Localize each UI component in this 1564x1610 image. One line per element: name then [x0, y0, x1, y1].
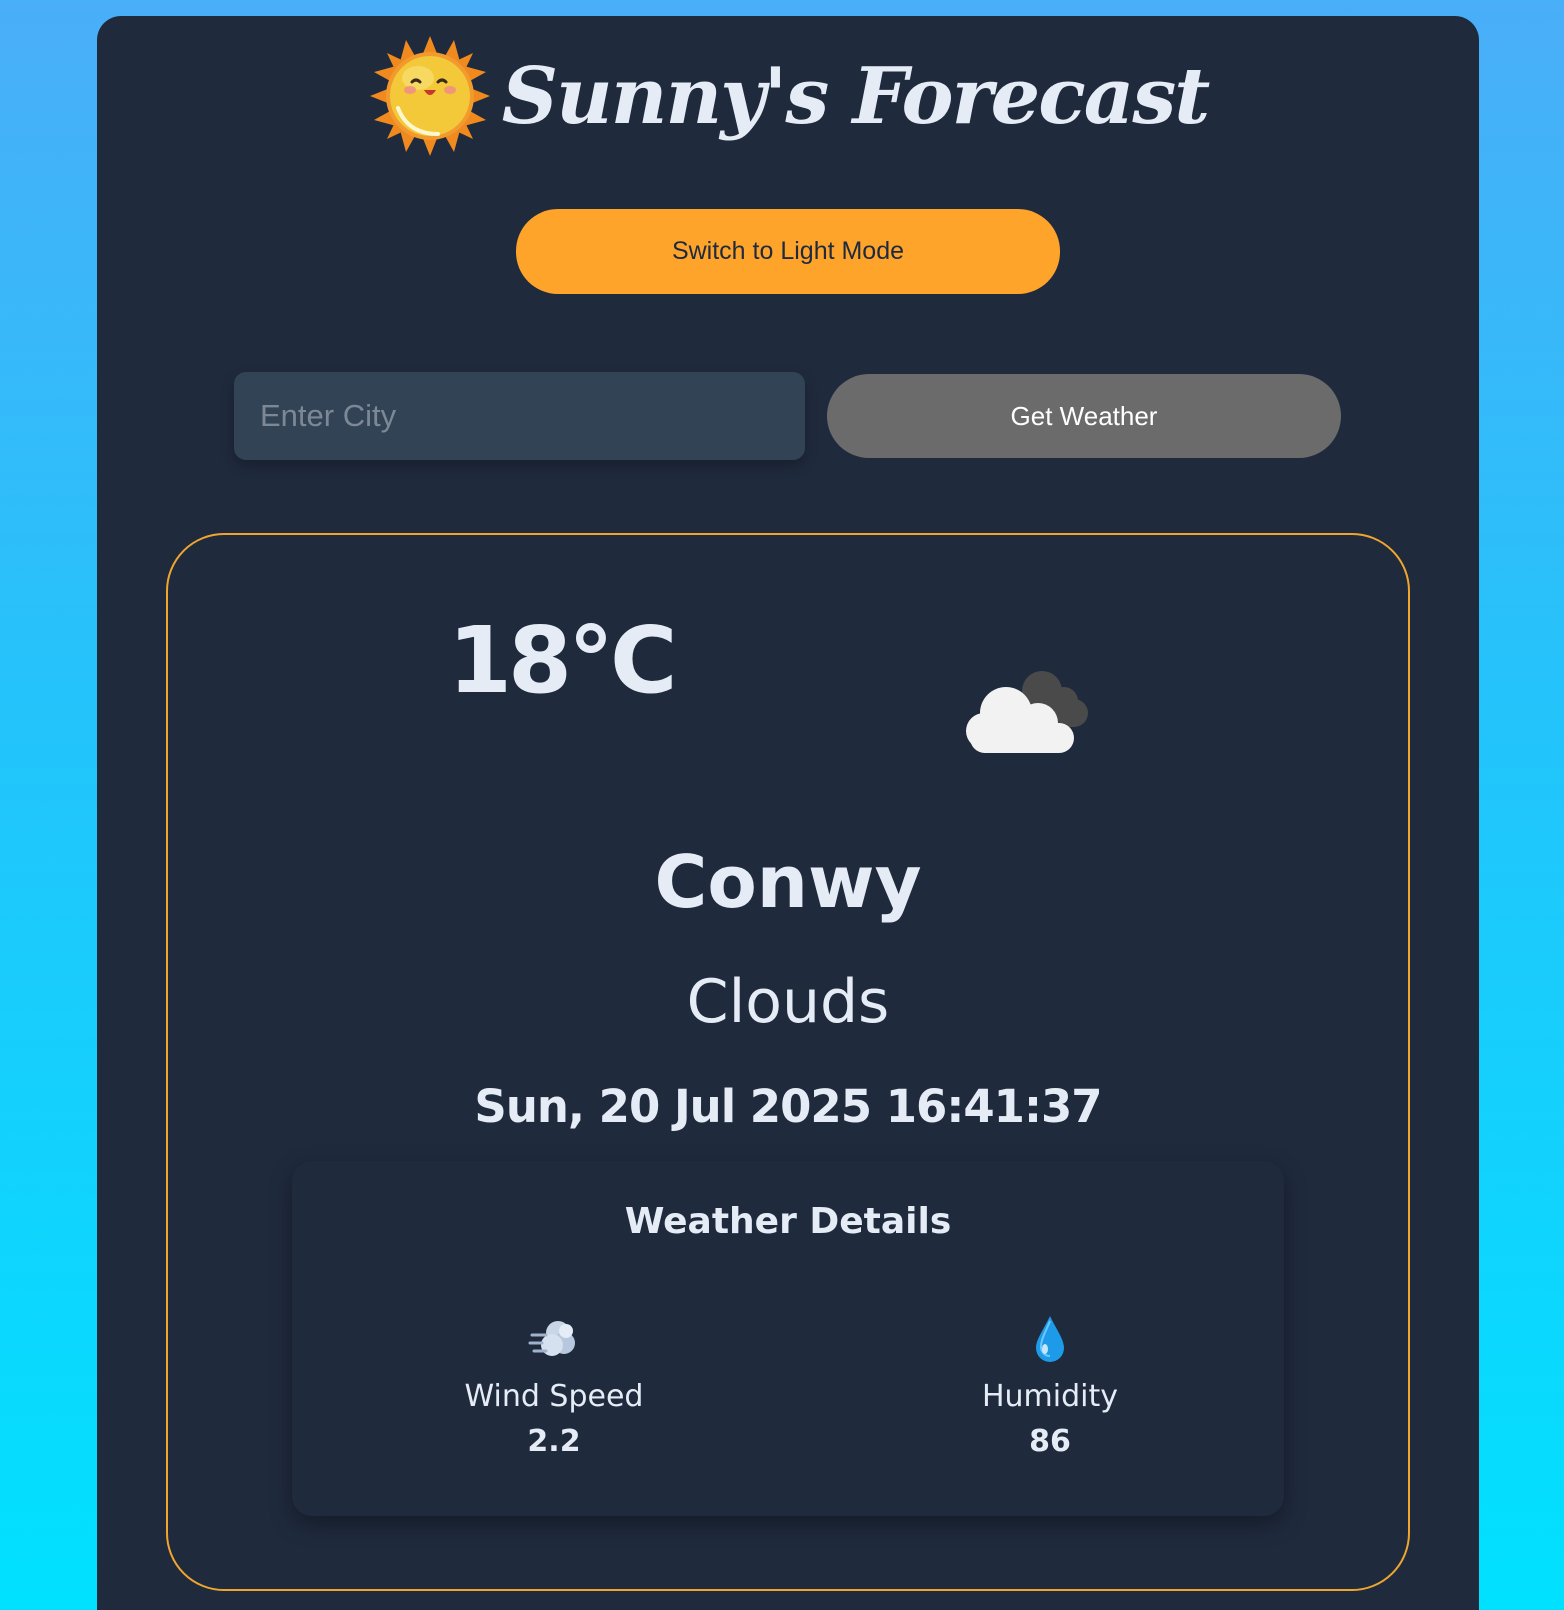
wind-speed-label: Wind Speed	[464, 1379, 644, 1414]
weather-details-title: Weather Details	[624, 1201, 952, 1242]
humidity-value: 86	[1029, 1424, 1071, 1459]
wind-speed-value: 2.2	[527, 1424, 581, 1459]
app-title: Sunny's Forecast	[501, 50, 1211, 142]
switch-light-mode-button[interactable]: Switch to Light Mode	[516, 209, 1060, 294]
wind-icon	[528, 1321, 575, 1356]
humidity-label: Humidity	[981, 1379, 1119, 1414]
weather-condition: Clouds	[686, 967, 890, 1037]
app-header: Sunny's Forecast	[97, 26, 1479, 166]
smiling-sun-icon	[369, 36, 490, 156]
wind-speed-detail: Wind Speed 2.2	[424, 1313, 684, 1459]
weather-details-panel: Weather Details Wind Speed 2.2 Humidity …	[292, 1161, 1284, 1516]
humidity-detail: Humidity 86	[920, 1313, 1180, 1459]
droplet-icon	[1036, 1316, 1064, 1362]
local-datetime: Sun, 20 Jul 2025 16:41:37	[474, 1080, 1102, 1133]
weather-card: 18°C Conwy Clouds Sun, 20 Jul 2025 16:41…	[166, 533, 1410, 1591]
get-weather-button[interactable]: Get Weather	[827, 374, 1341, 458]
temperature-value: 18°C	[448, 607, 678, 714]
cloud-icon	[966, 671, 1088, 753]
city-search-input[interactable]	[234, 372, 805, 460]
app-container: Sunny's Forecast Switch to Light Mode Ge…	[97, 16, 1479, 1610]
city-name: Conwy	[654, 840, 922, 924]
